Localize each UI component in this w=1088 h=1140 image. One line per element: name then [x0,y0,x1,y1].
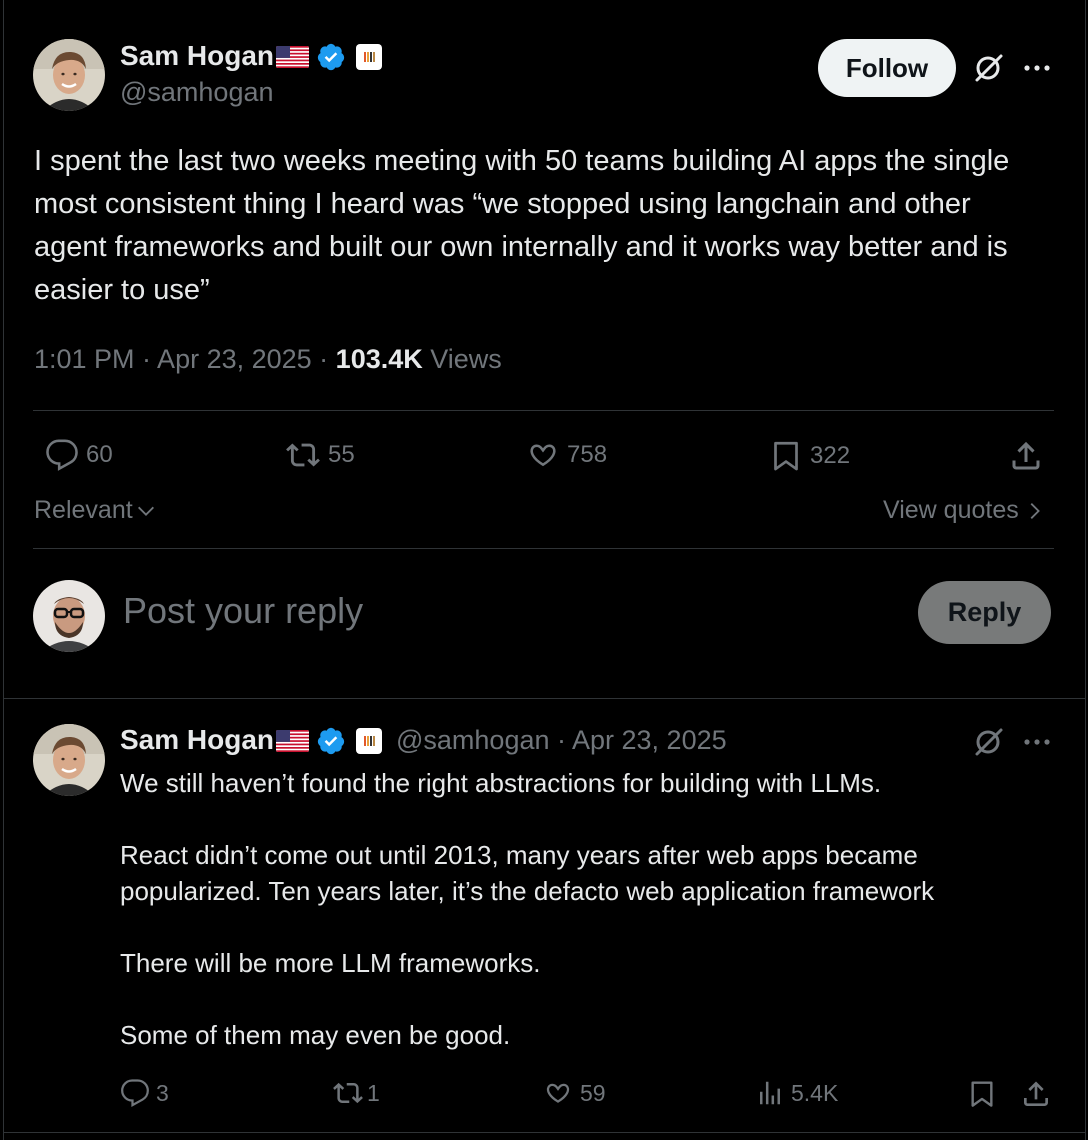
share-action[interactable] [1008,438,1044,474]
like-action[interactable]: 758 [525,438,607,472]
author-avatar[interactable] [33,39,105,111]
current-user-avatar[interactable] [33,580,105,652]
like-icon [530,444,556,467]
bookmark-action[interactable]: 322 [768,438,850,474]
bookmark-count: 322 [810,442,851,469]
reply-author-name[interactable]: Sam Hogan [120,724,274,756]
reply-text: We still haven’t found the right abstrac… [120,768,935,1050]
repost-action[interactable]: 55 [284,438,355,472]
grok-icon[interactable] [972,52,1004,84]
verified-badge-icon [317,43,345,71]
share-icon [1012,441,1040,470]
views-count: 103.4K [335,344,423,374]
like-count: 758 [567,441,608,468]
us-flag-icon [276,46,309,68]
like-action[interactable]: 59 [542,1078,606,1108]
reply-author-handle[interactable]: @samhogan [396,725,550,755]
repost-count: 55 [328,441,355,468]
sort-dropdown[interactable]: Relevant [34,496,157,525]
like-icon [546,1083,570,1103]
post-meta: 1:01 PM · Apr 23, 2025 · 103.4K Views [34,344,502,375]
repost-count: 1 [367,1079,380,1106]
affiliate-badge-icon [356,44,382,70]
sort-label: Relevant [34,496,133,524]
verified-badge-icon [317,727,345,755]
reply-count: 3 [156,1079,169,1106]
bottom-divider [3,1132,1086,1133]
reply-date[interactable]: · Apr 23, 2025 [550,725,727,755]
frame-left-border [3,0,4,1140]
view-quotes-link[interactable]: View quotes [883,496,1045,525]
view-quotes-label: View quotes [883,496,1019,524]
like-count: 59 [580,1079,606,1106]
repost-icon [286,443,320,467]
bookmark-icon[interactable] [966,1078,998,1110]
reply-action[interactable]: 60 [44,438,113,472]
author-handle[interactable]: @samhogan [120,77,274,108]
us-flag-icon [276,730,309,752]
share-icon[interactable] [1020,1078,1052,1110]
views-icon [760,1081,780,1105]
reply-count: 60 [86,441,113,468]
repost-action[interactable]: 1 [331,1078,380,1108]
frame-right-border [1085,0,1086,1140]
reply-input[interactable]: Post your reply [123,590,363,632]
reply-icon [121,1079,149,1108]
reply-action[interactable]: 3 [120,1078,169,1108]
divider [33,410,1054,411]
reply-author-meta: @samhogan · Apr 23, 2025 [396,725,727,756]
chevron-right-icon [1030,502,1040,519]
divider [33,548,1054,549]
post-timestamp[interactable]: 1:01 PM · Apr 23, 2025 · [34,344,336,374]
follow-button[interactable]: Follow [818,39,956,97]
bookmark-icon [774,441,798,471]
views-count: 5.4K [791,1079,839,1106]
grok-icon[interactable] [972,726,1004,758]
reply-button[interactable]: Reply [918,581,1051,644]
reply-icon [46,439,78,471]
repost-icon [333,1082,363,1104]
chevron-down-icon [137,506,154,516]
views-label: Views [422,344,502,374]
affiliate-badge-icon [356,728,382,754]
reply-author-avatar[interactable] [33,724,105,796]
author-name[interactable]: Sam Hogan [120,40,274,72]
more-icon[interactable] [1022,62,1052,74]
section-divider [3,698,1086,699]
post-text: I spent the last two weeks meeting with … [34,145,1018,306]
views-action[interactable]: 5.4K [755,1078,838,1108]
more-icon[interactable] [1022,736,1052,748]
